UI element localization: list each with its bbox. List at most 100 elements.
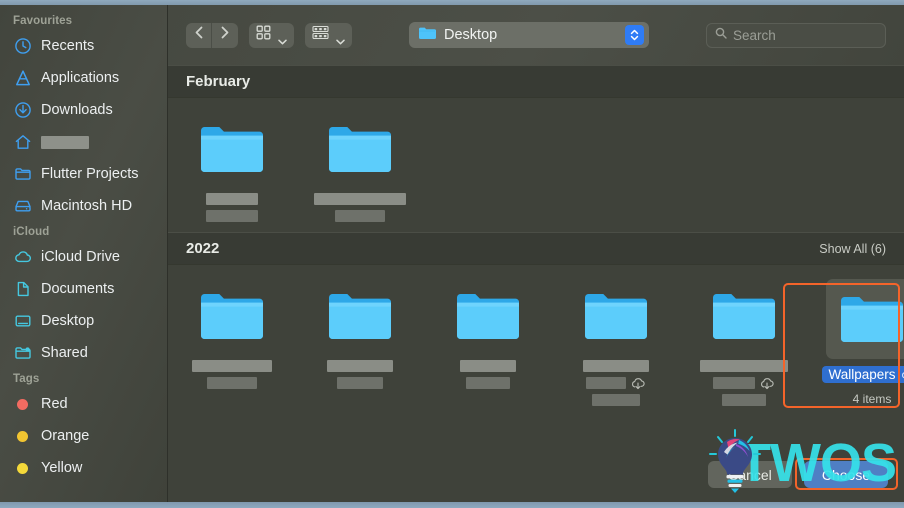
- redaction-bar: [466, 377, 510, 389]
- redaction-bar: [314, 193, 406, 205]
- tag-dot-icon: [13, 459, 32, 478]
- sidebar-item-label: iCloud Drive: [41, 249, 120, 265]
- file-item[interactable]: [168, 279, 296, 406]
- sidebar-item-desktop[interactable]: Desktop: [0, 305, 167, 337]
- sidebar-item-label: Orange: [41, 428, 90, 444]
- sidebar-item-label: Macintosh HD: [41, 198, 133, 214]
- desktop-wallpaper-bottom: [0, 501, 904, 508]
- tag-dot-icon: [13, 427, 32, 446]
- file-item-name-redacted: [207, 377, 257, 389]
- sidebar-section-header: iCloud: [13, 226, 50, 238]
- redaction-bar: [206, 193, 258, 205]
- sidebar-item-icloud-drive[interactable]: iCloud Drive: [0, 241, 167, 273]
- file-item-name-redacted: [586, 377, 646, 390]
- home-icon: [13, 133, 32, 152]
- sidebar-item-redacted[interactable]: [0, 126, 167, 158]
- file-item[interactable]: [680, 279, 808, 406]
- file-item-name-redacted: [583, 360, 649, 372]
- group-by-button[interactable]: [305, 22, 352, 48]
- file-item-labels: [460, 360, 516, 389]
- redaction-bar: [722, 394, 766, 406]
- search-icon: [715, 26, 727, 44]
- show-all-link[interactable]: Show All (6): [819, 242, 886, 256]
- file-item-name[interactable]: Wallpapers: [822, 366, 904, 383]
- file-item-name-redacted: [335, 210, 385, 222]
- cancel-button[interactable]: Cancel: [708, 461, 792, 488]
- folder-icon: [13, 165, 32, 184]
- chevron-left-icon: [195, 26, 203, 44]
- redaction-bar: [592, 394, 640, 406]
- group-title: February: [186, 73, 251, 90]
- redaction-bar: [327, 360, 393, 372]
- sidebar-item-downloads[interactable]: Downloads: [0, 94, 167, 126]
- file-item-labels: [314, 193, 406, 222]
- tag-dot: [17, 398, 28, 410]
- file-item-name-redacted: [460, 360, 516, 372]
- icon-view-grid-icon: [256, 25, 271, 45]
- screen: Favourites Recents Applications Downloads Fl…: [0, 0, 904, 508]
- folder-icon: [418, 26, 436, 45]
- shared-folder-icon: [13, 344, 32, 363]
- sidebar-item-applications[interactable]: Applications: [0, 62, 167, 94]
- redaction-bar: [583, 360, 649, 372]
- redaction-bar: [713, 377, 755, 389]
- file-item-name-redacted: [700, 360, 788, 372]
- group-header: February: [168, 65, 904, 98]
- file-item[interactable]: [552, 279, 680, 406]
- file-item-labels: [700, 360, 788, 406]
- finder-open-panel-window: Favourites Recents Applications Downloads Fl…: [0, 5, 904, 502]
- sidebar-item-macintosh-hd[interactable]: Macintosh HD: [0, 190, 167, 222]
- sidebar-item-label: Shared: [41, 345, 88, 361]
- view-mode-button[interactable]: [249, 22, 294, 48]
- file-item[interactable]: [424, 279, 552, 406]
- chevron-right-icon: [221, 26, 229, 44]
- sidebar-item-shared[interactable]: Shared: [0, 337, 167, 369]
- file-item-labels: [206, 193, 258, 222]
- redaction-bar: [586, 377, 626, 389]
- folder-icon: [445, 279, 531, 353]
- sidebar-item-orange[interactable]: Orange: [0, 420, 167, 452]
- chevron-up-down-icon[interactable]: [625, 25, 644, 45]
- sidebar-item-label: Documents: [41, 281, 115, 297]
- item-grid: Wallpapers 4 items: [168, 265, 904, 416]
- file-item-name-redacted: [337, 377, 383, 389]
- sidebar-item-red[interactable]: Red: [0, 388, 167, 420]
- redaction-bar: [700, 360, 788, 372]
- search-field[interactable]: Search: [706, 22, 886, 48]
- file-item[interactable]: Wallpapers 4 items: [808, 279, 904, 406]
- folder-icon: [317, 112, 403, 186]
- file-item-labels: Wallpapers 4 items: [822, 366, 904, 406]
- file-item[interactable]: [296, 112, 424, 222]
- folder-icon: [701, 279, 787, 353]
- folder-icon: [826, 279, 904, 359]
- group-by-rows-icon: [312, 25, 329, 45]
- sidebar-item-label: Recents: [41, 38, 95, 54]
- sidebar-item-label: Downloads: [41, 102, 113, 118]
- cloud-download-icon[interactable]: [901, 369, 904, 381]
- file-item-labels: [192, 360, 272, 389]
- cloud-download-icon[interactable]: [631, 377, 646, 390]
- cloud-icon: [13, 248, 32, 267]
- sidebar-item-label-redacted: [41, 135, 89, 149]
- file-item-name-text: Wallpapers: [828, 367, 896, 382]
- choose-button[interactable]: Choose: [804, 461, 888, 488]
- sidebar-item-recents[interactable]: Recents: [0, 30, 167, 62]
- file-browser-content[interactable]: February 2022 Show All (6) Wallpapers 4 item…: [168, 65, 904, 502]
- back-button[interactable]: [186, 22, 212, 48]
- path-popup-button[interactable]: Desktop: [409, 22, 649, 48]
- harddisk-icon: [13, 197, 32, 216]
- tag-dot: [17, 462, 28, 474]
- sidebar-item-yellow[interactable]: Yellow: [0, 452, 167, 484]
- sidebar-item-flutter-projects[interactable]: Flutter Projects: [0, 158, 167, 190]
- cloud-download-icon[interactable]: [760, 377, 775, 390]
- group-title: 2022: [186, 240, 220, 257]
- file-item[interactable]: [168, 112, 296, 222]
- sidebar-item-documents[interactable]: Documents: [0, 273, 167, 305]
- forward-button[interactable]: [212, 22, 238, 48]
- sidebar-section-header: Favourites: [13, 15, 73, 27]
- file-item[interactable]: [296, 279, 424, 406]
- navigation-buttons[interactable]: [186, 22, 238, 48]
- sidebar[interactable]: Favourites Recents Applications Downloads Fl…: [0, 5, 168, 502]
- toolbar: Desktop Search: [168, 5, 904, 65]
- folder-icon: [189, 279, 275, 353]
